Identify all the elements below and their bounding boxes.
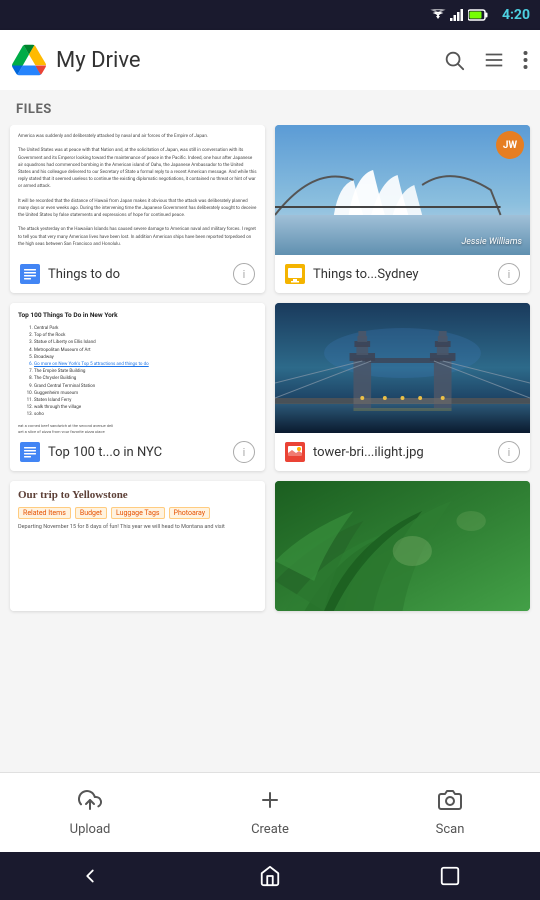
file-card-palm[interactable] <box>275 481 530 611</box>
user-name: Jessie Williams <box>461 237 522 247</box>
yellowstone-title: Our trip to Yellowstone <box>18 489 257 501</box>
nav-home-button[interactable] <box>259 865 281 887</box>
file-card-things-to-do[interactable]: America was suddenly and deliberately at… <box>10 125 265 293</box>
file-name-tower-bridge: tower-bri...ilight.jpg <box>313 445 490 460</box>
file-card-yellowstone[interactable]: Our trip to Yellowstone Related Items Bu… <box>10 481 265 611</box>
ys-tag-luggage: Luggage Tags <box>111 507 165 519</box>
file-preview-yellowstone: Our trip to Yellowstone Related Items Bu… <box>10 481 265 611</box>
nav-back-button[interactable] <box>79 865 101 887</box>
file-preview-things-to-do: America was suddenly and deliberately at… <box>10 125 265 255</box>
file-name-sydney: Things to...Sydney <box>313 267 490 282</box>
file-info-button-tower-bridge[interactable]: i <box>498 441 520 463</box>
scan-label: Scan <box>436 822 465 837</box>
upload-icon <box>78 788 102 818</box>
file-preview-palm <box>275 481 530 611</box>
list-view-button[interactable] <box>483 49 505 71</box>
yellowstone-tags: Related Items Budget Luggage Tags Photoa… <box>18 507 257 519</box>
create-icon <box>258 788 282 818</box>
user-avatar: JW <box>496 131 524 159</box>
file-preview-tower-bridge <box>275 303 530 433</box>
upload-button[interactable]: Upload <box>0 788 180 837</box>
scan-icon <box>438 788 462 818</box>
file-footer-tower-bridge: tower-bri...ilight.jpg i <box>275 433 530 471</box>
app-bar: My Drive <box>0 30 540 90</box>
file-card-tower-bridge[interactable]: tower-bri...ilight.jpg i <box>275 303 530 471</box>
image-icon-tower-bridge <box>285 442 305 462</box>
upload-label: Upload <box>70 822 111 837</box>
file-name-nyc: Top 100 t...o in NYC <box>48 445 225 460</box>
app-bar-icons <box>443 49 528 71</box>
file-preview-nyc: Top 100 Things To Do in New York Central… <box>10 303 265 433</box>
status-time: 4:20 <box>502 7 530 23</box>
ys-tag-photo: Photoaray <box>169 507 211 519</box>
battery-icon <box>468 9 488 21</box>
file-footer-nyc: Top 100 t...o in NYC i <box>10 433 265 471</box>
file-card-nyc[interactable]: Top 100 Things To Do in New York Central… <box>10 303 265 471</box>
files-section-label: FILES <box>0 90 540 125</box>
drive-logo <box>12 43 46 77</box>
app-title: My Drive <box>56 48 433 73</box>
scan-button[interactable]: Scan <box>360 788 540 837</box>
file-info-button-nyc[interactable]: i <box>233 441 255 463</box>
file-footer-sydney: Things to...Sydney i <box>275 255 530 293</box>
ys-tag-related: Related Items <box>18 507 71 519</box>
wifi-icon <box>430 9 446 21</box>
file-name-things-to-do: Things to do <box>48 267 225 282</box>
nav-recents-button[interactable] <box>439 865 461 887</box>
doc-icon-nyc <box>20 442 40 462</box>
create-button[interactable]: Create <box>180 788 360 837</box>
status-icons <box>430 9 488 21</box>
file-preview-sydney: JW Jessie Williams <box>275 125 530 255</box>
files-grid: America was suddenly and deliberately at… <box>0 125 540 621</box>
doc-icon <box>20 264 40 284</box>
search-button[interactable] <box>443 49 465 71</box>
file-card-sydney[interactable]: JW Jessie Williams Things to...Sydney i <box>275 125 530 293</box>
more-options-button[interactable] <box>523 50 528 70</box>
file-info-button-things-to-do[interactable]: i <box>233 263 255 285</box>
file-info-button-sydney[interactable]: i <box>498 263 520 285</box>
yellowstone-text: Departing November 15 for 8 days of fun!… <box>18 523 257 531</box>
create-label: Create <box>251 822 289 837</box>
ys-tag-budget: Budget <box>75 507 107 519</box>
file-footer-things-to-do: Things to do i <box>10 255 265 293</box>
bottom-action-bar: Upload Create Scan <box>0 772 540 852</box>
slides-icon <box>285 264 305 284</box>
signal-icon <box>450 9 464 21</box>
status-bar: 4:20 <box>0 0 540 30</box>
system-nav-bar <box>0 852 540 900</box>
